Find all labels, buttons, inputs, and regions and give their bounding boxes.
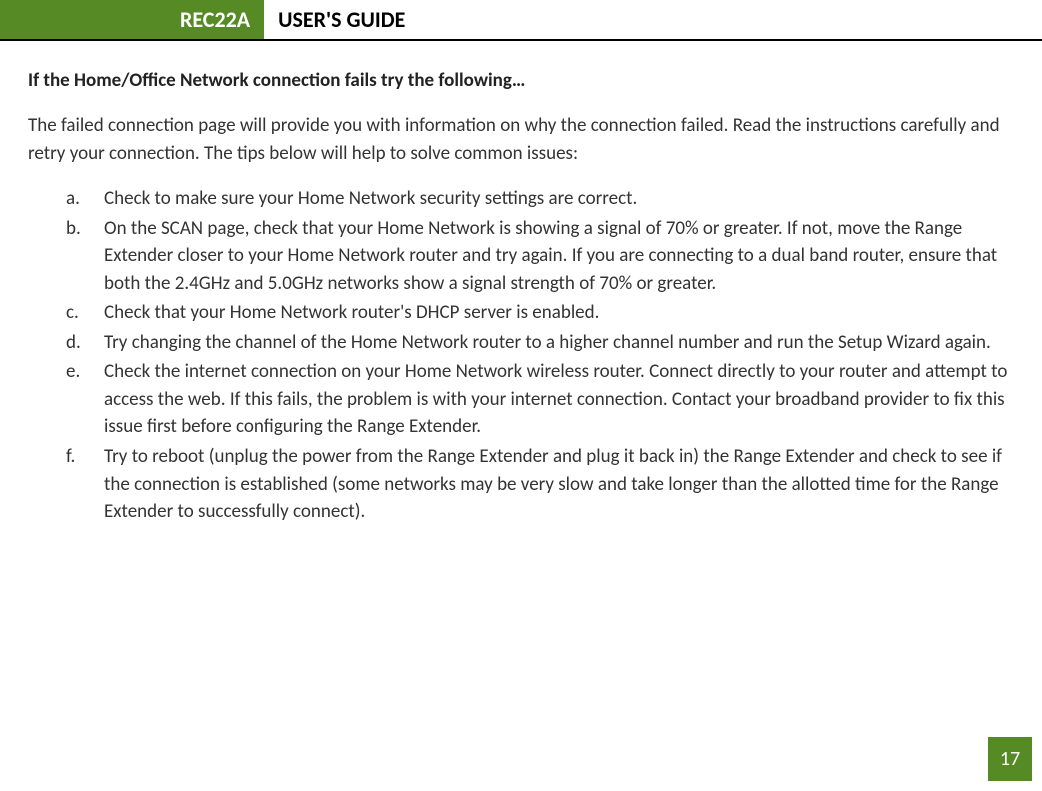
model-label: REC22A (0, 0, 264, 39)
list-marker: e. (66, 358, 80, 386)
document-title: USER'S GUIDE (264, 0, 419, 39)
list-item: c. Check that your Home Network router's… (66, 299, 1014, 327)
list-item: f. Try to reboot (unplug the power from … (66, 443, 1014, 526)
page-number: 17 (988, 737, 1032, 781)
list-marker: a. (66, 185, 80, 213)
list-marker: b. (66, 215, 81, 243)
list-text: Check to make sure your Home Network sec… (104, 187, 637, 210)
section-heading: If the Home/Office Network connection fa… (28, 69, 1014, 92)
list-text: Check the internet connection on your Ho… (104, 360, 1007, 438)
list-text: Try to reboot (unplug the power from the… (104, 445, 1002, 523)
list-item: e. Check the internet connection on your… (66, 358, 1014, 441)
document-body: If the Home/Office Network connection fa… (0, 41, 1042, 526)
troubleshooting-list: a. Check to make sure your Home Network … (28, 185, 1014, 526)
list-text: On the SCAN page, check that your Home N… (104, 217, 997, 295)
list-item: b. On the SCAN page, check that your Hom… (66, 215, 1014, 298)
list-marker: f. (66, 443, 75, 471)
list-marker: d. (66, 329, 81, 357)
list-marker: c. (66, 299, 79, 327)
list-text: Try changing the channel of the Home Net… (104, 331, 991, 354)
list-item: a. Check to make sure your Home Network … (66, 185, 1014, 213)
list-text: Check that your Home Network router's DH… (104, 301, 599, 324)
intro-paragraph: The failed connection page will provide … (28, 112, 1014, 167)
list-item: d. Try changing the channel of the Home … (66, 329, 1014, 357)
document-header: REC22A USER'S GUIDE (0, 0, 1042, 41)
